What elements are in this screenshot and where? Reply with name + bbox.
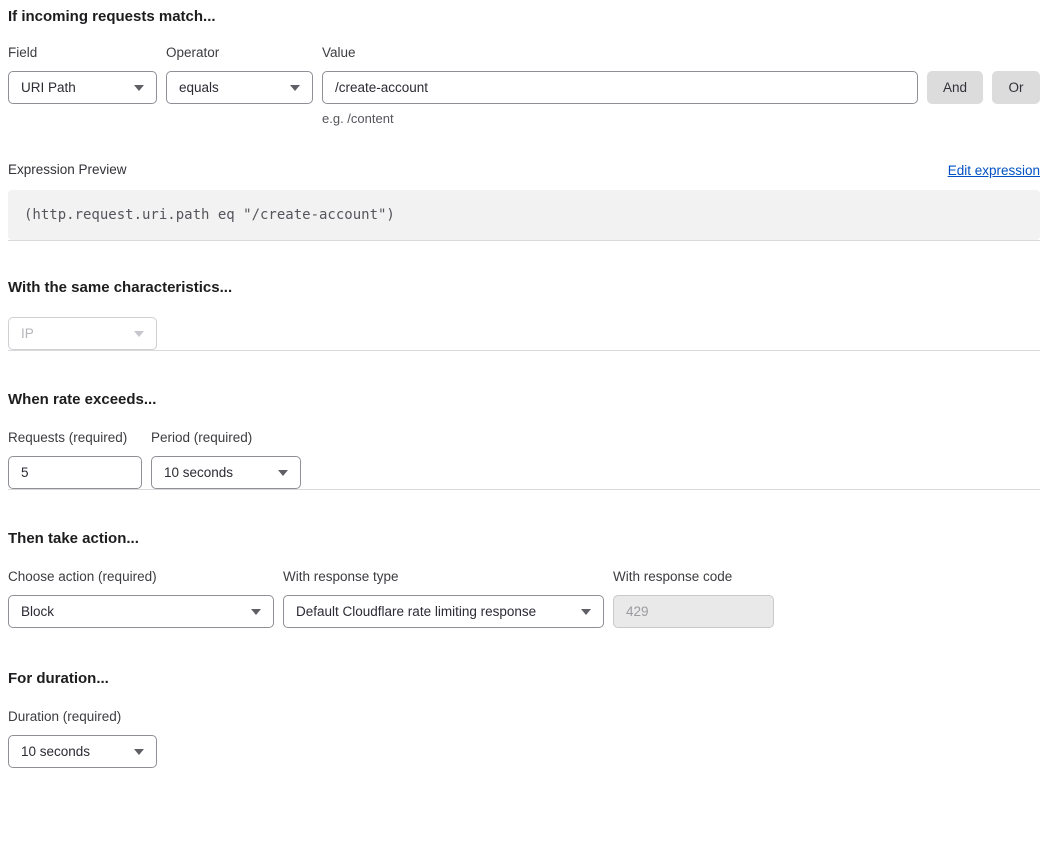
expression-preview-code: (http.request.uri.path eq "/create-accou… xyxy=(8,190,1040,240)
period-select-value: 10 seconds xyxy=(164,465,233,480)
section-divider xyxy=(8,350,1040,351)
response-type-select[interactable]: Default Cloudflare rate limiting respons… xyxy=(283,595,604,628)
chevron-down-icon xyxy=(134,85,144,91)
section-divider xyxy=(8,489,1040,490)
response-code-label: With response code xyxy=(613,569,774,585)
duration-label: Duration (required) xyxy=(8,709,157,725)
duration-section-heading: For duration... xyxy=(8,670,1040,688)
action-select-value: Block xyxy=(21,604,54,619)
rate-section-heading: When rate exceeds... xyxy=(8,391,1040,409)
or-button[interactable]: Or xyxy=(992,71,1040,104)
choose-action-label: Choose action (required) xyxy=(8,569,274,585)
value-input[interactable] xyxy=(322,71,918,104)
characteristics-section-heading: With the same characteristics... xyxy=(8,279,1040,297)
field-select-value: URI Path xyxy=(21,80,76,95)
field-label: Field xyxy=(8,45,157,61)
action-section-heading: Then take action... xyxy=(8,530,1040,548)
duration-select[interactable]: 10 seconds xyxy=(8,735,157,768)
operator-select-value: equals xyxy=(179,80,219,95)
characteristic-select: IP xyxy=(8,317,157,350)
characteristic-select-value: IP xyxy=(21,326,34,341)
duration-field: Duration (required) 10 seconds xyxy=(8,709,157,768)
expression-builder-row: Field URI Path Operator equals Value e.g… xyxy=(8,45,1040,126)
chevron-down-icon xyxy=(134,331,144,337)
section-divider xyxy=(8,240,1040,241)
edit-expression-link[interactable]: Edit expression xyxy=(948,163,1040,178)
duration-select-value: 10 seconds xyxy=(21,744,90,759)
value-label: Value xyxy=(322,45,918,61)
expression-preview-header: Expression Preview Edit expression xyxy=(8,162,1040,178)
chevron-down-icon xyxy=(251,609,261,615)
expression-preview-label: Expression Preview xyxy=(8,162,127,178)
period-label: Period (required) xyxy=(151,430,301,446)
operator-select[interactable]: equals xyxy=(166,71,313,104)
requests-input[interactable] xyxy=(8,456,142,489)
chevron-down-icon xyxy=(278,470,288,476)
andor-button-group: And Or xyxy=(927,45,1040,104)
and-button[interactable]: And xyxy=(927,71,983,104)
operator-label: Operator xyxy=(166,45,313,61)
response-code-input xyxy=(613,595,774,628)
response-type-label: With response type xyxy=(283,569,604,585)
action-select[interactable]: Block xyxy=(8,595,274,628)
field-select[interactable]: URI Path xyxy=(8,71,157,104)
rate-fields-row: Requests (required) Period (required) 10… xyxy=(8,430,1040,489)
requests-label: Requests (required) xyxy=(8,430,142,446)
response-type-select-value: Default Cloudflare rate limiting respons… xyxy=(296,604,536,619)
period-select[interactable]: 10 seconds xyxy=(151,456,301,489)
chevron-down-icon xyxy=(581,609,591,615)
match-section-heading: If incoming requests match... xyxy=(8,8,1040,26)
value-hint: e.g. /content xyxy=(322,111,918,126)
action-fields-row: Choose action (required) Block With resp… xyxy=(8,569,1040,628)
chevron-down-icon xyxy=(290,85,300,91)
chevron-down-icon xyxy=(134,749,144,755)
